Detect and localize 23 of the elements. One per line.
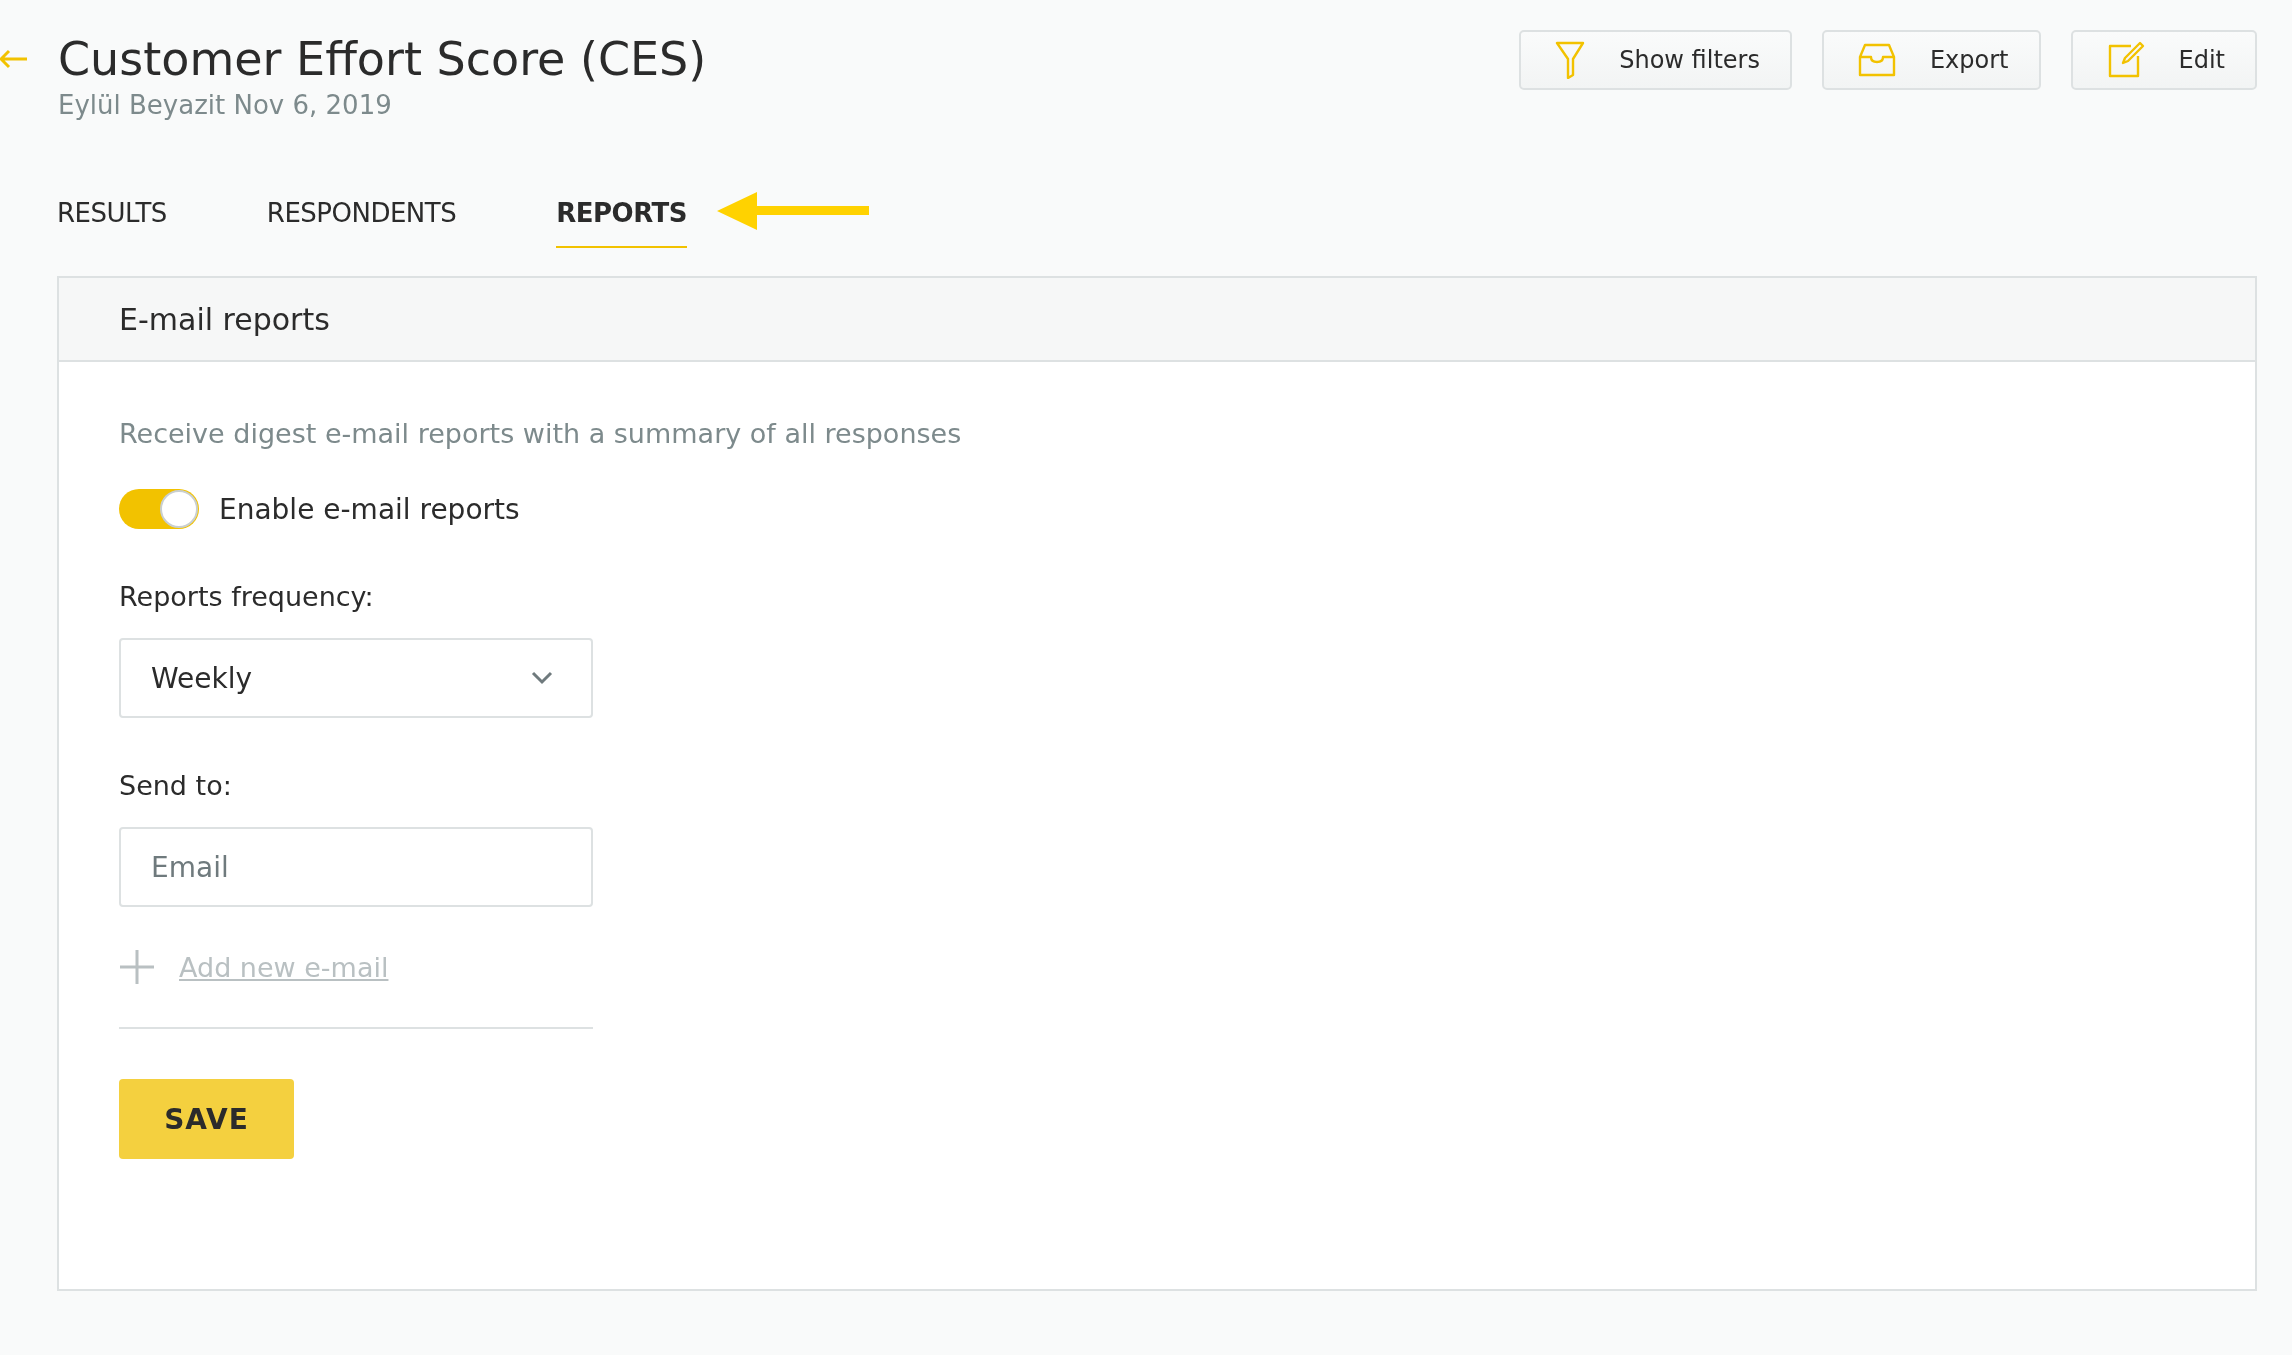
show-filters-button[interactable]: Show filters bbox=[1519, 30, 1792, 90]
edit-button[interactable]: Edit bbox=[2070, 30, 2257, 90]
frequency-dropdown[interactable]: Weekly bbox=[119, 638, 593, 718]
email-input[interactable]: Email bbox=[119, 827, 593, 907]
description-text: Receive digest e-mail reports with a summary of all responses bbox=[119, 418, 963, 449]
save-button[interactable]: SAVE bbox=[119, 1079, 294, 1159]
edit-icon bbox=[2106, 41, 2145, 79]
back-arrow-icon[interactable] bbox=[0, 49, 28, 69]
page-title: Customer Effort Score (CES) bbox=[58, 31, 707, 88]
field-label: Send to: bbox=[119, 770, 233, 801]
tab[interactable]: RESPONDENTS bbox=[266, 198, 457, 248]
tab[interactable]: REPORTS bbox=[556, 198, 687, 248]
field-label: Reports frequency: bbox=[119, 581, 375, 612]
funnel-icon bbox=[1555, 41, 1586, 79]
toggle-label: Enable e-mail reports bbox=[219, 492, 520, 526]
plus-icon[interactable] bbox=[119, 949, 155, 985]
toggle-switch[interactable] bbox=[119, 489, 199, 529]
tab[interactable]: RESULTS bbox=[57, 198, 167, 248]
card-title: E-mail reports bbox=[119, 301, 330, 337]
inbox-icon bbox=[1857, 43, 1896, 77]
author-date: Eylül Beyazit Nov 6, 2019 bbox=[58, 90, 393, 120]
export-button[interactable]: Export bbox=[1821, 30, 2041, 90]
chevron-down-icon bbox=[531, 671, 553, 685]
